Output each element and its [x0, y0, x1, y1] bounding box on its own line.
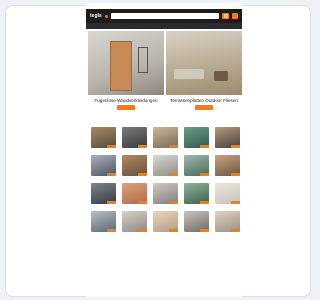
product-tile[interactable]: [122, 211, 147, 232]
price-tag-icon: [138, 229, 147, 232]
product-tile[interactable]: [91, 183, 116, 204]
promo-title[interactable]: Terrassenplatten Outdoor Fliesen: [166, 98, 242, 103]
price-tag-icon: [107, 173, 116, 176]
promo-title[interactable]: Fugenlose Wandverkleidungen: [88, 98, 164, 103]
product-tile[interactable]: [215, 127, 240, 148]
product-grid: [86, 123, 242, 232]
price-tag-icon: [138, 173, 147, 176]
product-tile[interactable]: [91, 155, 116, 176]
product-tile[interactable]: [215, 155, 240, 176]
product-tile[interactable]: [184, 211, 209, 232]
price-tag-icon: [107, 229, 116, 232]
search-button[interactable]: [222, 13, 229, 19]
product-tile[interactable]: [184, 155, 209, 176]
section-title: [86, 110, 242, 123]
price-tag-icon: [169, 201, 178, 204]
site-logo[interactable]: tegls: [90, 13, 102, 19]
product-tile[interactable]: [153, 155, 178, 176]
towel-rack-shape: [138, 47, 148, 73]
site-header: tegls: [86, 9, 242, 23]
product-tile[interactable]: [122, 127, 147, 148]
product-tile[interactable]: [153, 183, 178, 204]
product-tile[interactable]: [122, 183, 147, 204]
promo-card[interactable]: Fugenlose Wandverkleidungen: [88, 31, 164, 110]
product-tile[interactable]: [215, 183, 240, 204]
shower-door-shape: [110, 41, 132, 91]
price-tag-icon: [231, 229, 240, 232]
price-tag-icon: [200, 229, 209, 232]
price-tag-icon: [231, 173, 240, 176]
price-tag-icon: [169, 229, 178, 232]
product-tile[interactable]: [153, 127, 178, 148]
product-tile[interactable]: [184, 127, 209, 148]
promo-button[interactable]: [195, 105, 213, 110]
product-tile[interactable]: [153, 211, 178, 232]
price-tag-icon: [169, 145, 178, 148]
price-tag-icon: [200, 173, 209, 176]
promo-image-bathroom[interactable]: [88, 31, 164, 95]
webpage: tegls Fugenlose Wandverkleidungen Terras…: [86, 3, 242, 297]
price-tag-icon: [169, 173, 178, 176]
product-tile[interactable]: [215, 211, 240, 232]
promo-button[interactable]: [117, 105, 135, 110]
price-tag-icon: [107, 201, 116, 204]
price-tag-icon: [200, 201, 209, 204]
price-tag-icon: [138, 145, 147, 148]
price-tag-icon: [231, 145, 240, 148]
chair-shape: [214, 71, 228, 81]
product-tile[interactable]: [122, 155, 147, 176]
price-tag-icon: [231, 201, 240, 204]
search-input[interactable]: [110, 13, 219, 19]
sofa-shape: [174, 69, 204, 79]
logo-mark-icon: [104, 14, 108, 18]
product-tile[interactable]: [91, 211, 116, 232]
price-tag-icon: [107, 145, 116, 148]
price-tag-icon: [138, 201, 147, 204]
promo-banners: Fugenlose Wandverkleidungen Terrassenpla…: [86, 29, 242, 110]
promo-card[interactable]: Terrassenplatten Outdoor Fliesen: [166, 31, 242, 110]
product-tile[interactable]: [184, 183, 209, 204]
promo-image-terrace[interactable]: [166, 31, 242, 95]
product-tile[interactable]: [91, 127, 116, 148]
cart-icon[interactable]: [232, 13, 238, 19]
price-tag-icon: [200, 145, 209, 148]
